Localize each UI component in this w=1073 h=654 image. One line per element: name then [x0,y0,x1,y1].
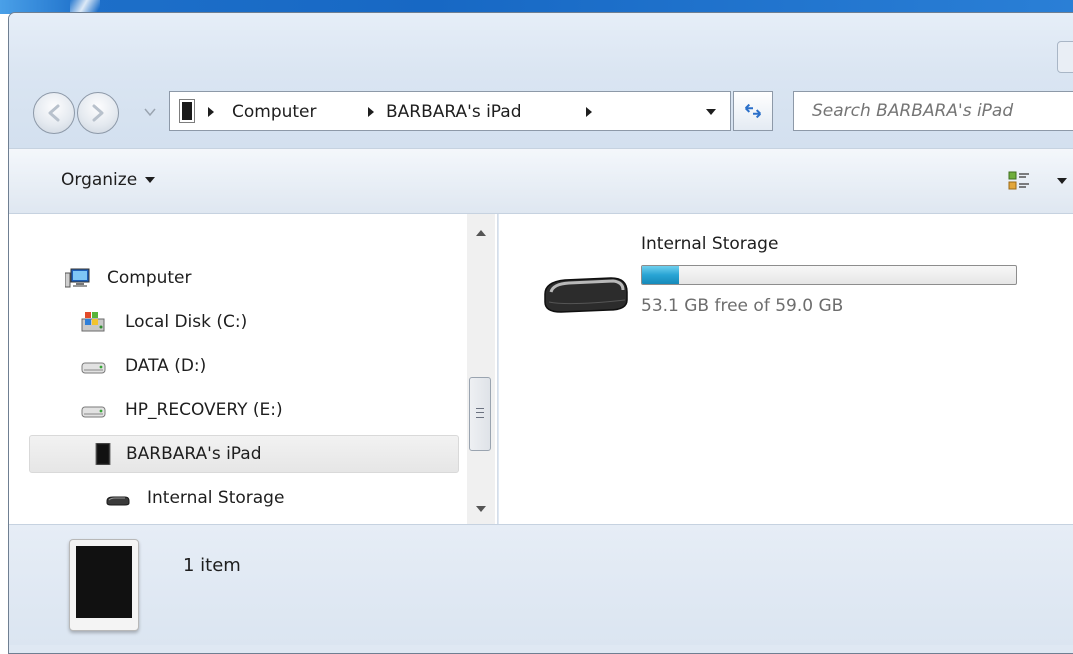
recent-pages-button[interactable] [143,105,157,119]
nav-item-computer[interactable]: Computer [29,259,459,297]
scrollbar-thumb[interactable] [469,377,491,451]
nav-item-recovery-drive[interactable]: HP_RECOVERY (E:) [29,391,459,429]
nav-item-label: BARBARA's iPad [126,444,262,464]
nav-item-label: Internal Storage [147,488,285,508]
computer-icon [65,268,90,288]
capacity-fill [642,266,680,284]
drive-name: Internal Storage [641,234,779,254]
view-options-dropdown-icon[interactable] [1057,178,1067,184]
forward-arrow-icon [92,104,104,122]
chevron-down-icon [145,177,156,183]
hard-drive-icon [81,362,106,374]
refresh-icon [744,103,762,119]
nav-item-ipad[interactable]: BARBARA's iPad [29,435,459,473]
windows-drive-icon [81,312,105,332]
window-control-button[interactable] [1057,41,1073,73]
details-pane: 1 item [9,524,1073,645]
refresh-button[interactable] [733,91,773,131]
nav-item-data-drive[interactable]: DATA (D:) [29,347,459,385]
drive-capacity-bar [641,265,1017,285]
address-bar[interactable]: Computer BARBARA's iPad [169,91,731,131]
nav-item-label: DATA (D:) [125,356,207,376]
storage-drive-icon [544,277,628,313]
navigation-scrollbar[interactable] [467,214,495,524]
nav-item-label: HP_RECOVERY (E:) [125,400,283,420]
breadcrumb-ipad[interactable]: BARBARA's iPad [386,102,522,122]
ipad-screen [76,546,132,618]
scroll-up-icon[interactable] [476,230,486,236]
forward-button[interactable] [77,92,119,134]
explorer-window: Computer BARBARA's iPad Organize [8,12,1073,654]
back-arrow-icon [48,104,60,122]
nav-item-label: Computer [107,268,192,288]
ipad-icon [179,99,195,123]
change-view-icon[interactable] [1007,169,1031,193]
navigation-pane: Computer Local Disk (C:) DATA (D:) HP_RE… [9,214,498,524]
breadcrumb-separator-icon[interactable] [368,107,374,117]
hard-drive-icon [81,406,106,418]
search-input[interactable] [793,91,1073,131]
breadcrumb-separator-icon[interactable] [586,107,592,117]
address-dropdown-icon[interactable] [706,109,716,115]
nav-item-local-disk[interactable]: Local Disk (C:) [29,303,459,341]
nav-item-label: Local Disk (C:) [125,312,248,332]
breadcrumb-separator-icon[interactable] [208,107,214,117]
ipad-thumbnail-icon [69,539,139,631]
drive-free-space: 53.1 GB free of 59.0 GB [641,296,844,316]
storage-icon [106,496,130,506]
organize-menu-button[interactable]: Organize [55,166,161,194]
chevron-down-icon [144,108,156,117]
scroll-down-icon[interactable] [476,506,486,512]
command-bar: Organize [9,148,1073,214]
nav-item-internal-storage[interactable]: Internal Storage [29,479,459,517]
breadcrumb-computer[interactable]: Computer [232,102,317,122]
item-count: 1 item [183,555,241,576]
content-pane: Internal Storage 53.1 GB free of 59.0 GB [499,214,1073,524]
grip-icon [476,408,484,418]
ipad-icon [95,443,111,465]
organize-label: Organize [61,170,138,190]
drive-tile-internal-storage[interactable]: Internal Storage 53.1 GB free of 59.0 GB [539,234,1059,334]
back-button[interactable] [33,92,75,134]
